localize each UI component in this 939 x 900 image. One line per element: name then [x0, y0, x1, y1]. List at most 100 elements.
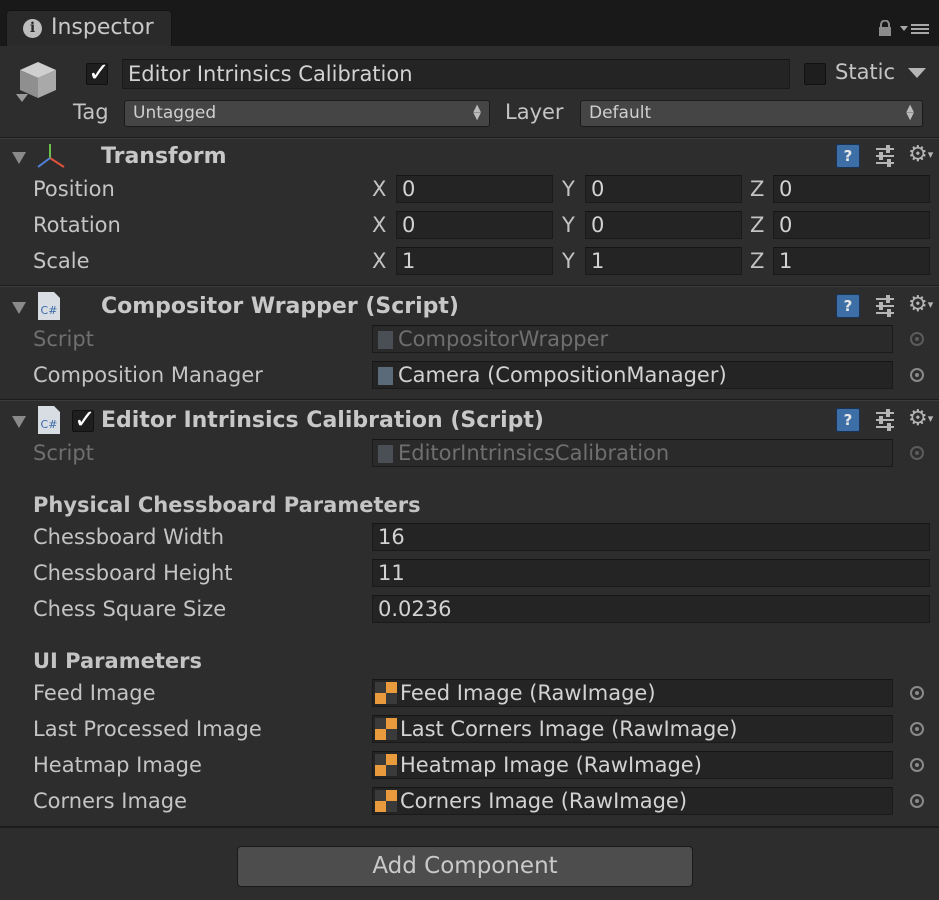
separator — [0, 826, 939, 828]
axis-y-label[interactable]: Y — [562, 249, 575, 273]
gear-icon[interactable]: ⚙▾ — [908, 143, 936, 167]
chess-square-size-label: Chess Square Size — [33, 597, 227, 621]
tag-dropdown[interactable]: Untagged ▲ ▼ — [124, 100, 490, 127]
rotation-y-field[interactable]: 0 — [585, 211, 742, 239]
compositor-title[interactable]: Compositor Wrapper (Script) — [101, 294, 459, 319]
gameobject-name-field[interactable]: Editor Intrinsics Calibration — [122, 59, 790, 89]
chessboard-section-header: Physical Chessboard Parameters — [33, 493, 421, 517]
layer-label: Layer — [505, 100, 564, 124]
presets-icon[interactable] — [874, 295, 896, 317]
position-y-field[interactable]: 0 — [585, 175, 742, 203]
position-z-field[interactable]: 0 — [773, 175, 930, 203]
static-dropdown-icon[interactable] — [908, 68, 926, 78]
layer-dropdown[interactable]: Default ▲ ▼ — [580, 100, 923, 127]
csharp-script-icon: C# — [38, 406, 60, 434]
help-icon[interactable]: ? — [836, 294, 860, 318]
axis-x-label[interactable]: X — [372, 177, 386, 201]
transform-title[interactable]: Transform — [101, 144, 227, 169]
composition-manager-value: Camera (CompositionManager) — [398, 363, 727, 387]
object-picker-icon[interactable] — [910, 686, 924, 700]
object-picker-icon[interactable] — [910, 794, 924, 808]
rawimage-icon — [375, 682, 397, 704]
chessboard-width-field[interactable]: 16 — [372, 523, 930, 551]
axis-z-label[interactable]: Z — [750, 177, 764, 201]
script-label: Script — [33, 327, 94, 351]
csharp-icon-text: C# — [41, 304, 58, 317]
tag-label: Tag — [73, 100, 109, 124]
script-file-icon — [378, 331, 393, 349]
chessboard-height-field[interactable]: 11 — [372, 559, 930, 587]
heatmap-image-value: Heatmap Image (RawImage) — [400, 753, 702, 777]
lock-icon[interactable] — [878, 20, 892, 36]
last-processed-image-value: Last Corners Image (RawImage) — [400, 717, 738, 741]
info-icon: i — [23, 19, 42, 38]
composition-manager-label: Composition Manager — [33, 363, 263, 387]
rotation-x-field[interactable]: 0 — [396, 211, 553, 239]
transform-foldout-arrow[interactable] — [12, 152, 26, 164]
gameobject-active-checkbox[interactable] — [86, 58, 110, 88]
calibration-script-value: EditorIntrinsicsCalibration — [398, 441, 670, 465]
chessboard-width-label: Chessboard Width — [33, 525, 225, 549]
static-checkbox[interactable] — [804, 63, 826, 85]
add-component-button[interactable]: Add Component — [237, 846, 693, 887]
chessboard-height-label: Chessboard Height — [33, 561, 233, 585]
feed-image-value: Feed Image (RawImage) — [400, 681, 656, 705]
heatmap-image-field[interactable]: Heatmap Image (RawImage) — [372, 751, 893, 779]
ui-section-header: UI Parameters — [33, 649, 202, 673]
help-icon[interactable]: ? — [836, 144, 860, 168]
object-picker-icon — [910, 332, 924, 346]
compositor-script-field: CompositorWrapper — [372, 325, 893, 353]
axis-x-label[interactable]: X — [372, 213, 386, 237]
rawimage-icon — [375, 790, 397, 812]
position-x-field[interactable]: 0 — [396, 175, 553, 203]
compositor-foldout-arrow[interactable] — [12, 302, 26, 314]
layer-value: Default — [589, 103, 652, 123]
csharp-script-icon: C# — [38, 292, 60, 320]
corners-image-field[interactable]: Corners Image (RawImage) — [372, 787, 893, 815]
axis-z-label[interactable]: Z — [750, 249, 764, 273]
chess-square-size-field[interactable]: 0.0236 — [372, 595, 930, 623]
rawimage-icon — [375, 718, 397, 740]
script-file-icon — [378, 367, 393, 385]
tab-bar: i Inspector — [0, 0, 939, 46]
separator — [0, 285, 939, 287]
presets-icon[interactable] — [874, 409, 896, 431]
object-picker-icon[interactable] — [910, 722, 924, 736]
feed-image-label: Feed Image — [33, 681, 156, 705]
scale-z-field[interactable]: 1 — [773, 247, 930, 275]
tab-label: Inspector — [51, 15, 154, 40]
last-processed-image-field[interactable]: Last Corners Image (RawImage) — [372, 715, 893, 743]
composition-manager-field[interactable]: Camera (CompositionManager) — [372, 361, 893, 389]
calibration-title[interactable]: Editor Intrinsics Calibration (Script) — [101, 408, 544, 433]
rawimage-icon — [375, 754, 397, 776]
gear-icon[interactable]: ⚙▾ — [908, 293, 936, 317]
axis-y-label[interactable]: Y — [562, 213, 575, 237]
axis-z-label[interactable]: Z — [750, 213, 764, 237]
axis-y-label[interactable]: Y — [562, 177, 575, 201]
separator — [0, 137, 939, 139]
script-label: Script — [33, 441, 94, 465]
presets-icon[interactable] — [874, 145, 896, 167]
rotation-label: Rotation — [33, 213, 121, 237]
last-processed-image-label: Last Processed Image — [33, 717, 262, 741]
help-icon[interactable]: ? — [836, 408, 860, 432]
corners-image-label: Corners Image — [33, 789, 188, 813]
heatmap-image-label: Heatmap Image — [33, 753, 202, 777]
tab-inspector[interactable]: i Inspector — [6, 10, 172, 46]
updown-arrows-icon: ▲ ▼ — [906, 103, 914, 122]
context-menu-icon[interactable] — [900, 22, 930, 36]
calibration-script-field: EditorIntrinsicsCalibration — [372, 439, 893, 467]
calibration-enabled-checkbox[interactable] — [72, 405, 96, 435]
scale-x-field[interactable]: 1 — [396, 247, 553, 275]
axis-x-label[interactable]: X — [372, 249, 386, 273]
rotation-z-field[interactable]: 0 — [773, 211, 930, 239]
transform-axes-icon — [37, 144, 65, 168]
scale-y-field[interactable]: 1 — [585, 247, 742, 275]
object-picker-icon[interactable] — [910, 758, 924, 772]
object-picker-icon[interactable] — [910, 368, 924, 382]
gear-icon[interactable]: ⚙▾ — [908, 407, 936, 431]
csharp-icon-text: C# — [41, 418, 58, 431]
calibration-foldout-arrow[interactable] — [12, 416, 26, 428]
feed-image-field[interactable]: Feed Image (RawImage) — [372, 679, 893, 707]
object-picker-icon — [910, 446, 924, 460]
